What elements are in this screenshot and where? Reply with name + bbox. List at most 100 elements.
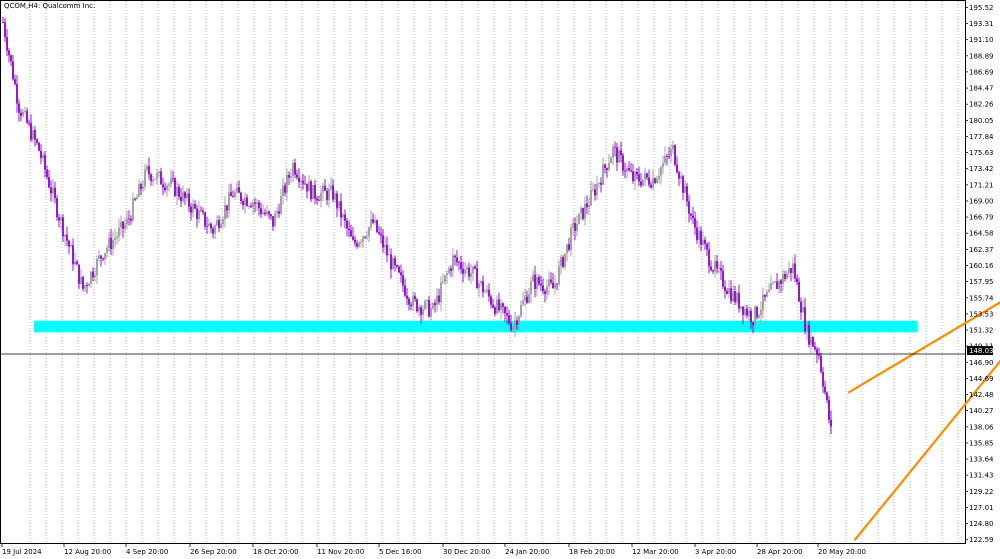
- candle-body: [812, 336, 814, 347]
- candle-body: [72, 245, 74, 265]
- candle-body: [758, 315, 760, 318]
- candle-body: [826, 392, 828, 400]
- x-tick-label: 12 Aug 20:00: [64, 548, 111, 556]
- candle-body: [600, 182, 602, 185]
- candle-body: [546, 286, 548, 295]
- candle-body: [518, 316, 520, 325]
- candle-body: [354, 239, 356, 244]
- candle-body: [770, 283, 772, 290]
- candle-body: [818, 354, 820, 356]
- y-tick-label: 142.48: [969, 391, 994, 399]
- candle-body: [472, 266, 474, 274]
- candle-body: [98, 255, 100, 259]
- candle-body: [340, 201, 342, 218]
- y-tick-label: 171.21: [969, 181, 994, 189]
- candle-body: [138, 184, 140, 197]
- candle-body: [408, 298, 410, 305]
- candle-body: [146, 165, 148, 170]
- candle-body: [684, 186, 686, 193]
- candle-body: [496, 299, 498, 314]
- candle-body: [488, 289, 490, 297]
- candle-body: [172, 178, 174, 180]
- candle-body: [466, 267, 468, 270]
- candle-body: [566, 244, 568, 254]
- candle-body: [206, 225, 208, 227]
- candle-body: [304, 183, 306, 185]
- candle-body: [280, 195, 282, 214]
- candle-body: [608, 163, 610, 170]
- candle-body: [384, 244, 386, 248]
- candle-body: [292, 162, 294, 177]
- candle-body: [360, 241, 362, 243]
- candle-body: [92, 271, 94, 278]
- candle-body: [474, 266, 476, 269]
- candle-body: [606, 168, 608, 170]
- candle-body: [686, 186, 688, 202]
- y-tick-label: 175.63: [969, 149, 994, 157]
- candle-body: [628, 168, 630, 171]
- candle-body: [588, 205, 590, 208]
- candle-body: [672, 145, 674, 150]
- candle-body: [156, 173, 158, 180]
- candle-body: [804, 307, 806, 332]
- candle-body: [578, 213, 580, 225]
- candle-body: [226, 205, 228, 211]
- candle-body: [666, 155, 668, 157]
- candle-body: [764, 294, 766, 297]
- candle-body: [824, 386, 826, 393]
- candle-body: [444, 275, 446, 282]
- candle-body: [132, 198, 134, 221]
- candle-body: [148, 165, 150, 175]
- candle-body: [28, 122, 30, 124]
- candle-body: [550, 279, 552, 283]
- candle-body: [382, 235, 384, 248]
- candle-body: [750, 310, 752, 323]
- candle-body: [486, 289, 488, 292]
- x-tick-label: 26 Sep 20:00: [190, 548, 237, 556]
- candle-body: [642, 179, 644, 186]
- candle-body: [110, 237, 112, 249]
- candle-body: [726, 291, 728, 294]
- candle-body: [288, 174, 290, 178]
- price-chart[interactable]: 195.52 193.31 191.10 188.89 186.69 184.47 182.…: [0, 0, 1000, 559]
- candle-body: [4, 22, 6, 38]
- candle-body: [296, 174, 298, 178]
- candle-body: [174, 178, 176, 196]
- y-tick-label: 135.85: [969, 439, 994, 447]
- candle-body: [554, 283, 556, 289]
- candle-body: [728, 288, 730, 294]
- candle-body: [234, 192, 236, 198]
- candle-body: [718, 267, 720, 269]
- candle-body: [652, 178, 654, 188]
- candle-body: [350, 230, 352, 237]
- candle-body: [668, 156, 670, 157]
- candle-body: [42, 155, 44, 158]
- candle-body: [48, 177, 50, 188]
- candle-body: [560, 257, 562, 267]
- candle-body: [828, 399, 830, 420]
- candle-body: [308, 181, 310, 192]
- candle-body: [462, 268, 464, 274]
- y-tick-label: 144.69: [969, 375, 994, 383]
- time-axis[interactable]: 19 Jul 2024 12 Aug 20:00 4 Sep 20:00 26 Sep…: [1, 544, 866, 556]
- candle-body: [586, 203, 588, 208]
- y-tick-label: 188.89: [969, 52, 994, 60]
- price-axis[interactable]: 195.52 193.31 191.10 188.89 186.69 184.47 182.…: [965, 4, 994, 544]
- candle-body: [120, 221, 122, 228]
- candle-body: [616, 147, 618, 163]
- candle-body: [500, 303, 502, 311]
- candle-body: [634, 171, 636, 182]
- candle-body: [710, 266, 712, 271]
- candle-body: [810, 336, 812, 345]
- x-tick-label: 5 Dec 16:00: [379, 548, 422, 556]
- candle-body: [504, 306, 506, 314]
- candle-body: [654, 178, 656, 184]
- candle-body: [734, 291, 736, 303]
- candle-body: [222, 219, 224, 225]
- candle-body: [124, 224, 126, 229]
- candle-body: [648, 177, 650, 185]
- candle-body: [510, 323, 512, 330]
- candle-body: [664, 155, 666, 163]
- candle-body: [494, 307, 496, 314]
- candle-body: [782, 273, 784, 284]
